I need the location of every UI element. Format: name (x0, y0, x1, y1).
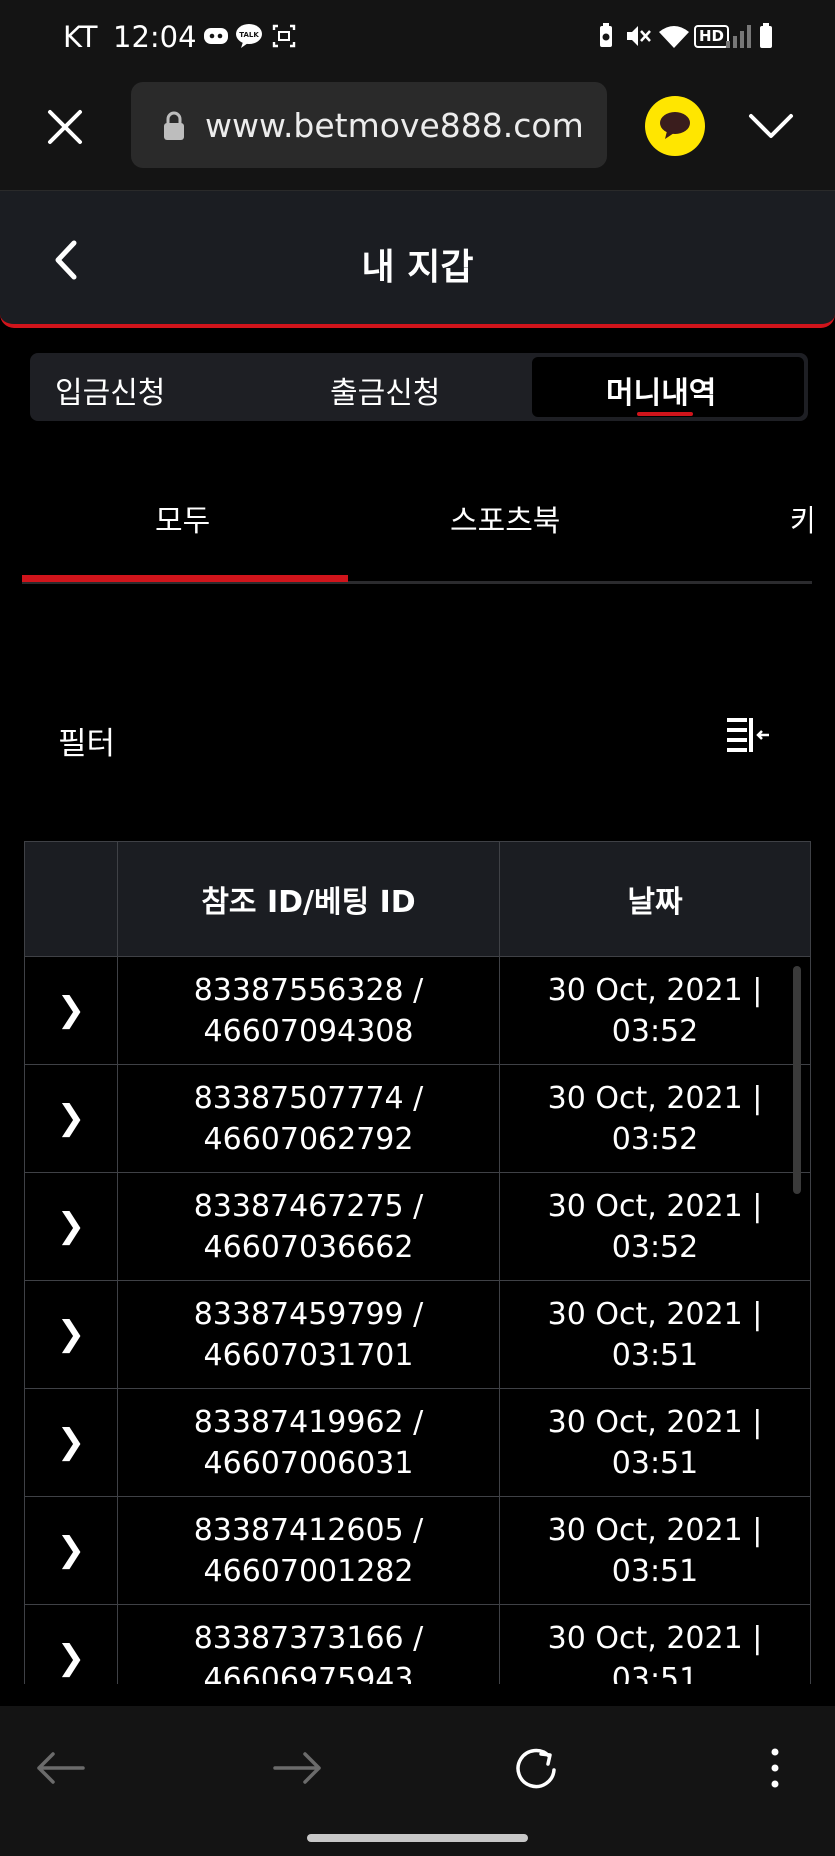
battery-saver-icon (600, 23, 612, 47)
page-title: 내 지갑 (361, 247, 474, 288)
kakaotalk-icon: TALK (236, 24, 262, 48)
tab-casino-partial[interactable]: 카 (790, 496, 812, 538)
history-table-viewport[interactable]: 참조 ID/베팅 ID 날짜 ❯ 83387556328 /4660709430… (0, 841, 835, 1684)
ref-id-cell: 83387419962 /46607006031 (117, 1388, 500, 1497)
tab-all[interactable]: 모두 (155, 496, 210, 540)
back-arrow-icon[interactable] (25, 1742, 95, 1794)
table-row[interactable]: ❯ 83387373166 /46606975943 30 Oct, 2021 … (24, 1604, 811, 1684)
date-cell: 30 Oct, 2021 | 03:51 (499, 1496, 811, 1605)
active-tab-underline (637, 412, 693, 416)
expand-row-button[interactable]: ❯ (24, 1064, 118, 1173)
date-cell: 30 Oct, 2021 | 03:51 (499, 1388, 811, 1497)
expand-row-button[interactable]: ❯ (24, 1172, 118, 1281)
close-icon[interactable] (42, 104, 88, 150)
table-header-row: 참조 ID/베팅 ID 날짜 (24, 841, 811, 957)
date-cell: 30 Oct, 2021 | 03:52 (499, 1064, 811, 1173)
expand-row-button[interactable]: ❯ (24, 956, 118, 1065)
date-column-header: 날짜 (499, 841, 811, 957)
chevron-right-icon: ❯ (56, 989, 86, 1030)
subtab-active-indicator (22, 575, 348, 582)
filter-label: 필터 (58, 726, 116, 762)
chevron-right-icon: ❯ (56, 1529, 86, 1570)
table-row[interactable]: ❯ 83387419962 /46607006031 30 Oct, 2021 … (24, 1388, 811, 1497)
expand-row-button[interactable]: ❯ (24, 1604, 118, 1684)
ref-id-cell: 83387373166 /46606975943 (117, 1604, 500, 1684)
ref-id-cell: 83387467275 /46607036662 (117, 1172, 500, 1281)
table-row[interactable]: ❯ 83387412605 /46607001282 30 Oct, 2021 … (24, 1496, 811, 1605)
chevron-right-icon: ❯ (56, 1421, 86, 1462)
chevron-right-icon: ❯ (56, 1097, 86, 1138)
history-table: 참조 ID/베팅 ID 날짜 ❯ 83387556328 /4660709430… (24, 841, 811, 1684)
date-cell: 30 Oct, 2021 | 03:51 (499, 1280, 811, 1389)
date-cell: 30 Oct, 2021 | 03:52 (499, 1172, 811, 1281)
tab-money-history[interactable]: 머니내역 (606, 368, 716, 412)
lock-icon (164, 111, 184, 140)
refresh-icon[interactable] (501, 1742, 571, 1794)
forward-arrow-icon[interactable] (263, 1742, 333, 1794)
expand-column-header (24, 841, 118, 957)
ref-id-cell: 83387412605 /46607001282 (117, 1496, 500, 1605)
chevron-right-icon: ❯ (56, 1637, 86, 1678)
carrier-label: KT (63, 20, 98, 54)
tab-sportsbook[interactable]: 스포츠북 (450, 496, 560, 540)
chevron-right-icon: ❯ (56, 1313, 86, 1354)
table-scrollbar[interactable] (793, 966, 801, 1194)
screen-record-icon (272, 24, 296, 48)
mute-icon (627, 26, 651, 46)
chevron-down-icon[interactable] (746, 108, 796, 144)
table-row[interactable]: ❯ 83387507774 /46607062792 30 Oct, 2021 … (24, 1064, 811, 1173)
chat-bubble-icon (660, 112, 690, 139)
table-row[interactable]: ❯ 83387556328 /46607094308 30 Oct, 2021 … (24, 956, 811, 1065)
battery-icon (760, 23, 772, 48)
more-menu-icon[interactable] (740, 1742, 810, 1794)
svg-text:TALK: TALK (239, 31, 259, 39)
chevron-right-icon: ❯ (56, 1205, 86, 1246)
wifi-icon (659, 26, 689, 48)
clock: 12:04 (113, 20, 197, 54)
url-text: www.betmove888.com (205, 106, 584, 145)
discord-icon (204, 28, 228, 44)
tab-deposit-request[interactable]: 입금신청 (55, 368, 165, 412)
ref-id-cell: 83387507774 /46607062792 (117, 1064, 500, 1173)
expand-row-button[interactable]: ❯ (24, 1496, 118, 1605)
expand-row-button[interactable]: ❯ (24, 1280, 118, 1389)
signal-icon (726, 25, 751, 48)
tab-withdraw-request[interactable]: 출금신청 (330, 368, 440, 412)
expand-row-button[interactable]: ❯ (24, 1388, 118, 1497)
date-cell: 30 Oct, 2021 | 03:52 (499, 956, 811, 1065)
ref-id-cell: 83387459799 /46607031701 (117, 1280, 500, 1389)
table-row[interactable]: ❯ 83387467275 /46607036662 30 Oct, 2021 … (24, 1172, 811, 1281)
date-cell: 30 Oct, 2021 | 03:51 (499, 1604, 811, 1684)
table-row[interactable]: ❯ 83387459799 /46607031701 30 Oct, 2021 … (24, 1280, 811, 1389)
filter-toggle-icon[interactable] (725, 714, 773, 756)
ref-id-column-header: 참조 ID/베팅 ID (117, 841, 500, 957)
ref-id-cell: 83387556328 /46607094308 (117, 956, 500, 1065)
home-indicator[interactable] (307, 1834, 528, 1842)
